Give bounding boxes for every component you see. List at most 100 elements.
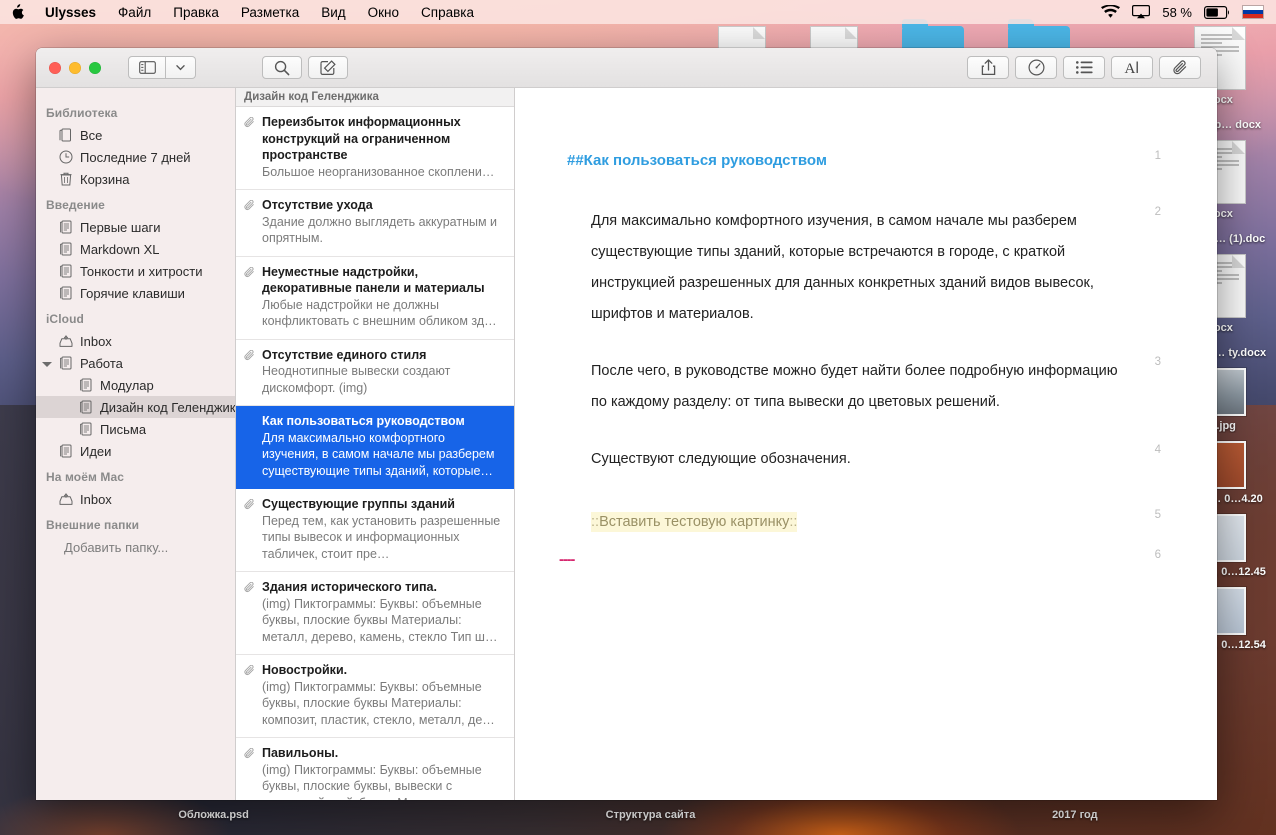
editor-line: ---- 6 [515, 549, 1217, 571]
sidebar-item-modular[interactable]: Модулар [36, 374, 235, 396]
attachments-button[interactable] [1159, 56, 1201, 79]
sheet-list-item[interactable]: Неуместные надстройки, декоративные пане… [236, 257, 514, 340]
sidebar-item-idei[interactable]: Идеи [36, 440, 235, 462]
menu-item-ulysses[interactable]: Ulysses [34, 5, 107, 20]
desktop-item-label: 2017 год [1052, 809, 1098, 821]
window-body: Библиотека Все Последние 7 дней Корзина [36, 88, 1217, 800]
sheet-list-item[interactable]: Переизбыток информационных конструкций н… [236, 107, 514, 190]
menu-item-edit[interactable]: Правка [162, 5, 230, 20]
sheet-list-item-selected[interactable]: Как пользоваться руководством Для максим… [236, 406, 514, 489]
annotation-pill: ::Вставить тестовую картинку:: [591, 512, 797, 532]
sheet-icon [58, 264, 73, 279]
wifi-icon[interactable] [1101, 5, 1120, 19]
statistics-button[interactable] [1015, 56, 1057, 79]
sheet-list-item[interactable]: Существующие группы зданий Перед тем, ка… [236, 489, 514, 572]
sheet-list-item[interactable]: Отсутствие ухода Здание должно выглядеть… [236, 190, 514, 257]
sheet-preview: Неоднотипные вывески создают дискомфорт.… [262, 363, 504, 396]
sidebar-item-label: Дизайн код Геленджика [100, 400, 235, 415]
sidebar-item-first-steps[interactable]: Первые шаги [36, 216, 235, 238]
sidebar-item-last-7-days[interactable]: Последние 7 дней [36, 146, 235, 168]
sidebar-item-all[interactable]: Все [36, 124, 235, 146]
sheet-list-item-body: Отсутствие единого стиля Неоднотипные вы… [262, 347, 504, 397]
text-editor[interactable]: ##Как пользоваться руководством 1 Для ма… [515, 88, 1217, 800]
sidebar-toggle-button[interactable] [128, 56, 166, 79]
editor-spacer [515, 475, 1217, 509]
sidebar-group-title: iCloud [36, 304, 235, 330]
sidebar-item-rabota[interactable]: Работа [36, 352, 235, 374]
sheet-title: Отсутствие ухода [262, 197, 504, 214]
sidebar-item-label: Идеи [80, 444, 111, 459]
paperclip-icon [244, 114, 257, 180]
editor-line: Существуют следующие обозначения. 4 [515, 444, 1217, 475]
sidebar-group-title: На моём Mac [36, 462, 235, 488]
sheet-preview: Перед тем, как установить разрешенные ти… [262, 513, 504, 563]
compose-button[interactable] [308, 56, 348, 79]
line-number: 2 [1155, 206, 1161, 218]
sidebar-item-label: Markdown XL [80, 242, 159, 257]
sidebar-item-tips-and-tricks[interactable]: Тонкости и хитрости [36, 260, 235, 282]
sidebar-item-label: Первые шаги [80, 220, 161, 235]
sheet-title: Новостройки. [262, 662, 504, 679]
minimize-button[interactable] [69, 62, 81, 74]
editor-line: Для максимально комфортного изучения, в … [515, 206, 1217, 330]
toolbar-right-buttons: A [967, 56, 1207, 79]
line-number: 1 [1155, 150, 1161, 162]
airplay-icon[interactable] [1132, 5, 1150, 19]
editor-spacer [515, 535, 1217, 549]
paperclip-icon [244, 197, 257, 247]
outline-button[interactable] [1063, 56, 1105, 79]
sidebar-item-pisma[interactable]: Письма [36, 418, 235, 440]
sheet-list-item[interactable]: Здания исторического типа. (img) Пиктогр… [236, 572, 514, 655]
menu-bar: Ulysses Файл Правка Разметка Вид Окно Сп… [0, 0, 1276, 24]
sheet-list-item-body: Новостройки. (img) Пиктограммы: Буквы: о… [262, 662, 504, 728]
sheet-icon [58, 220, 73, 235]
sidebar-item-label: Тонкости и хитрости [80, 264, 203, 279]
line-number: 6 [1155, 549, 1161, 561]
sheet-list-header: Дизайн код Геленджика [236, 88, 514, 107]
sheet-list-item[interactable]: Павильоны. (img) Пиктограммы: Буквы: объ… [236, 738, 514, 800]
sidebar-item-mac-inbox[interactable]: Inbox [36, 488, 235, 510]
editor-line: После чего, в руководстве можно будет на… [515, 356, 1217, 418]
sidebar-item-shortcuts[interactable]: Горячие клавиши [36, 282, 235, 304]
sheet-list-item-body: Отсутствие ухода Здание должно выглядеть… [262, 197, 504, 247]
menu-item-view[interactable]: Вид [310, 5, 356, 20]
trash-icon [58, 172, 73, 187]
menu-item-window[interactable]: Окно [357, 5, 410, 20]
markup-button[interactable]: A [1111, 56, 1153, 79]
menu-item-file[interactable]: Файл [107, 5, 162, 20]
ru-flag-icon[interactable] [1242, 5, 1264, 19]
sidebar-item-add-folder[interactable]: Добавить папку... [36, 536, 235, 558]
sheet-list-item-body: Павильоны. (img) Пиктограммы: Буквы: объ… [262, 745, 504, 800]
desktop-item-label: Обложка.psd [178, 809, 249, 821]
sheet-list-item-body: Существующие группы зданий Перед тем, ка… [262, 496, 504, 562]
sheet-preview: Для максимально комфортного изучения, в … [262, 430, 504, 480]
sidebar-item-design-code-gelendzhik[interactable]: Дизайн код Геленджика [36, 396, 235, 418]
menu-bar-status-items: 58 % [1101, 5, 1268, 20]
paperclip-icon [244, 264, 257, 330]
sheet-list-item[interactable]: Новостройки. (img) Пиктограммы: Буквы: о… [236, 655, 514, 738]
toolbar-center-buttons [262, 56, 348, 79]
battery-percent-label: 58 % [1162, 5, 1192, 20]
sheet-list-item-body: Переизбыток информационных конструкций н… [262, 114, 504, 180]
sidebar-item-markdown-xl[interactable]: Markdown XL [36, 238, 235, 260]
search-button[interactable] [262, 56, 302, 79]
sidebar-options-dropdown[interactable] [166, 56, 196, 79]
svg-text:A: A [1124, 61, 1135, 76]
zoom-button[interactable] [89, 62, 101, 74]
sidebar-item-trash[interactable]: Корзина [36, 168, 235, 190]
share-button[interactable] [967, 56, 1009, 79]
disclosure-triangle-icon[interactable] [42, 362, 52, 367]
line-number: 5 [1155, 509, 1161, 521]
sidebar-item-icloud-inbox[interactable]: Inbox [36, 330, 235, 352]
menu-item-help[interactable]: Справка [410, 5, 485, 20]
battery-icon[interactable] [1204, 6, 1230, 19]
sheet-icon [58, 356, 73, 371]
sheet-icon [58, 286, 73, 301]
sheet-preview: Большое неорганизованное скоплени… [262, 164, 504, 181]
paperclip-icon [244, 745, 257, 800]
editor-content: ##Как пользоваться руководством 1 Для ма… [515, 88, 1217, 800]
sheet-list-item[interactable]: Отсутствие единого стиля Неоднотипные вы… [236, 340, 514, 407]
close-button[interactable] [49, 62, 61, 74]
apple-logo-icon[interactable] [10, 4, 24, 20]
menu-item-markup[interactable]: Разметка [230, 5, 310, 20]
